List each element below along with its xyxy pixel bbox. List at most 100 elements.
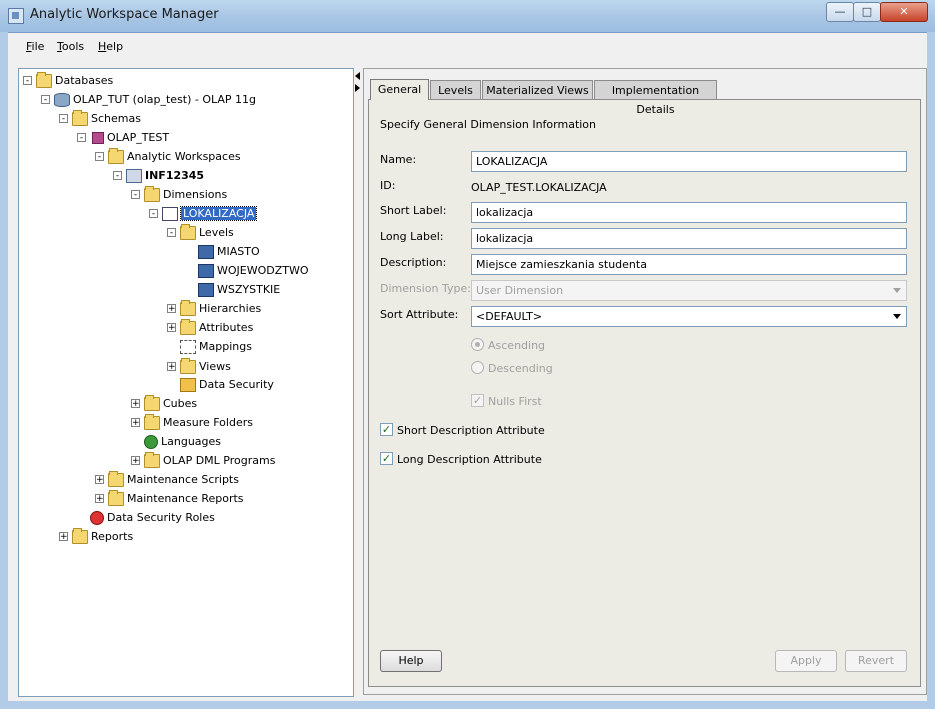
- long-label-field[interactable]: lokalizacja: [471, 228, 907, 249]
- tree-node-label: Maintenance Scripts: [127, 473, 239, 486]
- close-button[interactable]: ✕: [880, 2, 928, 22]
- tree-node-miasto[interactable]: MIASTO: [198, 242, 260, 261]
- expand-icon[interactable]: +: [131, 418, 140, 428]
- expand-icon[interactable]: +: [131, 456, 140, 466]
- menu-tools[interactable]: Tools: [57, 40, 84, 53]
- tree-node-wojewodztwo[interactable]: WOJEWODZTWO: [198, 261, 309, 280]
- tree-node-label: Hierarchies: [199, 302, 262, 315]
- short-description-attribute-checkbox[interactable]: ✓: [380, 423, 393, 436]
- tree-node-languages[interactable]: Languages: [144, 432, 221, 451]
- sort-attribute-select[interactable]: <DEFAULT>: [471, 306, 907, 327]
- tree-node-label: WOJEWODZTWO: [217, 264, 309, 277]
- tree-node-data-security[interactable]: Data Security: [180, 375, 274, 394]
- tree-node-olap-test[interactable]: - OLAP_TEST: [77, 128, 169, 147]
- id-label: ID:: [380, 179, 396, 192]
- collapse-icon[interactable]: -: [95, 152, 104, 162]
- descending-label: Descending: [488, 362, 553, 375]
- tree-node-levels[interactable]: - Levels: [167, 223, 234, 242]
- collapse-left-arrow-icon[interactable]: [355, 72, 360, 80]
- dimension-type-select: User Dimension: [471, 280, 907, 301]
- tree-node-label: Measure Folders: [163, 416, 253, 429]
- tree-node-reports[interactable]: + Reports: [59, 527, 133, 546]
- tab-materialized-views[interactable]: Materialized Views: [482, 80, 593, 99]
- revert-button[interactable]: Revert: [845, 650, 907, 672]
- description-label: Description:: [380, 256, 447, 269]
- collapse-icon[interactable]: -: [131, 190, 140, 200]
- sort-attribute-label: Sort Attribute:: [380, 308, 459, 321]
- maintenance-scripts-folder-icon: [108, 470, 124, 487]
- window-frame-left: [0, 32, 8, 709]
- tree-node-olap-dml-programs[interactable]: + OLAP DML Programs: [131, 451, 275, 470]
- expand-icon[interactable]: +: [167, 323, 176, 333]
- minimize-button[interactable]: —: [826, 2, 854, 22]
- databases-folder-icon: [36, 71, 52, 88]
- expand-icon[interactable]: +: [95, 494, 104, 504]
- window-title: Analytic Workspace Manager: [30, 7, 219, 22]
- short-label-field[interactable]: lokalizacja: [471, 202, 907, 223]
- analytic-workspaces-folder-icon: [108, 147, 124, 164]
- description-field[interactable]: Miejsce zamieszkania studenta: [471, 254, 907, 275]
- tab-implementation-details[interactable]: Implementation Details: [594, 80, 717, 116]
- collapse-icon[interactable]: -: [77, 133, 86, 143]
- expand-icon[interactable]: +: [131, 399, 140, 409]
- id-value: OLAP_TEST.LOKALIZACJA: [471, 181, 607, 194]
- tree-node-lokalizacja[interactable]: - LOKALIZACJA: [149, 204, 258, 223]
- dropdown-arrow-icon[interactable]: [893, 314, 901, 319]
- tree-node-schemas[interactable]: - Schemas: [59, 109, 141, 128]
- tree-node-olap-tut[interactable]: - OLAP_TUT (olap_test) - OLAP 11g: [41, 90, 256, 109]
- sort-attribute-value: <DEFAULT>: [476, 310, 543, 323]
- long-description-attribute-checkbox[interactable]: ✓: [380, 452, 393, 465]
- tree-node-maintenance-scripts[interactable]: + Maintenance Scripts: [95, 470, 239, 489]
- nulls-first-label: Nulls First: [488, 395, 542, 408]
- tree-node-attributes[interactable]: + Attributes: [167, 318, 253, 337]
- tree-node-databases[interactable]: - Databases: [23, 71, 113, 90]
- attributes-folder-icon: [180, 318, 196, 335]
- data-security-roles-icon: [90, 510, 104, 525]
- collapse-icon[interactable]: -: [167, 228, 176, 238]
- tree-node-maintenance-reports[interactable]: + Maintenance Reports: [95, 489, 244, 508]
- tree-node-dimensions[interactable]: - Dimensions: [131, 185, 227, 204]
- tree-node-wszystkie[interactable]: WSZYSTKIE: [198, 280, 280, 299]
- short-label-label: Short Label:: [380, 204, 447, 217]
- collapse-icon[interactable]: -: [149, 209, 158, 219]
- tree-node-cubes[interactable]: + Cubes: [131, 394, 197, 413]
- dimensions-folder-icon: [144, 185, 160, 202]
- expand-icon[interactable]: +: [59, 532, 68, 542]
- collapse-icon[interactable]: -: [59, 114, 68, 124]
- expand-icon[interactable]: +: [95, 475, 104, 485]
- menu-help[interactable]: Help: [98, 40, 123, 53]
- long-label-label: Long Label:: [380, 230, 444, 243]
- help-button[interactable]: Help: [380, 650, 442, 672]
- long-description-attribute-label: Long Description Attribute: [397, 453, 542, 466]
- views-folder-icon: [180, 357, 196, 374]
- measure-folders-icon: [144, 413, 160, 430]
- title-bar[interactable]: Analytic Workspace Manager — □ ✕: [0, 0, 935, 33]
- collapse-icon[interactable]: -: [41, 95, 50, 105]
- maximize-button[interactable]: □: [853, 2, 881, 22]
- navigator-tree[interactable]: - Databases - OLAP_TUT (olap_test) - OLAP …: [18, 68, 354, 697]
- tree-node-label: OLAP_TEST: [107, 131, 170, 144]
- expand-icon[interactable]: +: [167, 362, 176, 372]
- data-security-icon: [180, 377, 196, 392]
- tree-node-label: Schemas: [91, 112, 141, 125]
- expand-right-arrow-icon[interactable]: [355, 84, 360, 92]
- apply-button[interactable]: Apply: [775, 650, 837, 672]
- tree-node-label: Attributes: [199, 321, 254, 334]
- expand-icon[interactable]: +: [167, 304, 176, 314]
- tree-node-measure-folders[interactable]: + Measure Folders: [131, 413, 253, 432]
- tree-node-inf12345[interactable]: - INF12345: [113, 166, 204, 185]
- tree-node-views[interactable]: + Views: [167, 357, 231, 376]
- collapse-icon[interactable]: -: [113, 171, 122, 181]
- panel-splitter[interactable]: [353, 68, 361, 695]
- name-field[interactable]: LOKALIZACJA: [471, 151, 907, 172]
- tree-node-label: Levels: [199, 226, 234, 239]
- tree-node-analytic-workspaces[interactable]: - Analytic Workspaces: [95, 147, 241, 166]
- menu-bar: File Tools Help: [8, 36, 927, 58]
- tree-node-data-security-roles[interactable]: Data Security Roles: [90, 508, 215, 527]
- collapse-icon[interactable]: -: [23, 76, 32, 86]
- tab-general[interactable]: General: [370, 79, 429, 100]
- tab-levels[interactable]: Levels: [430, 80, 481, 99]
- menu-file[interactable]: File: [26, 40, 44, 53]
- tree-node-hierarchies[interactable]: + Hierarchies: [167, 299, 261, 318]
- tree-node-mappings[interactable]: Mappings: [180, 337, 252, 356]
